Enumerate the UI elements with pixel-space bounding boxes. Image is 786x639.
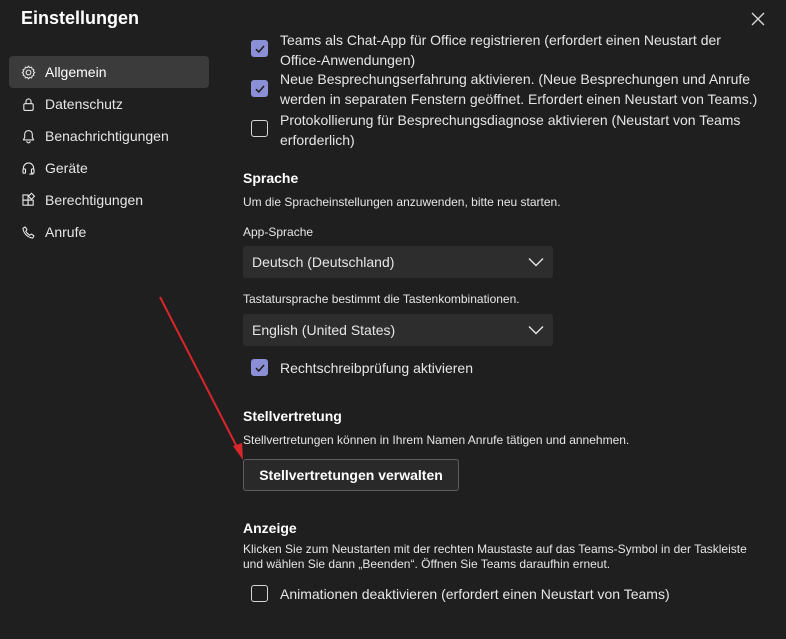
option-diagnostics: Protokollierung für Besprechungsdiagnose… <box>251 110 740 150</box>
language-section-title: Sprache <box>243 170 299 186</box>
keyboard-language-value: English (United States) <box>252 322 396 338</box>
sidebar-item-label: Allgemein <box>45 64 107 80</box>
option-animations: Animationen deaktivieren (erfordert eine… <box>251 584 670 604</box>
sidebar-item-benachrichtigungen[interactable]: Benachrichtigungen <box>9 120 209 152</box>
diagnostics-label-line2: erforderlich) <box>280 132 355 148</box>
chat-app-label: Teams als Chat-App für Office registrier… <box>280 30 721 70</box>
window-title: Einstellungen <box>21 8 140 28</box>
animations-checkbox[interactable] <box>251 585 268 602</box>
apps-icon <box>19 191 37 209</box>
sidebar-item-label: Berechtigungen <box>45 192 144 208</box>
sidebar-item-berechtigungen[interactable]: Berechtigungen <box>9 184 209 216</box>
diagnostics-checkbox[interactable] <box>251 120 268 137</box>
sidebar-item-label: Datenschutz <box>45 96 123 112</box>
chat-app-checkbox[interactable] <box>251 40 268 57</box>
diagnostics-label: Protokollierung für Besprechungsdiagnose… <box>280 110 740 150</box>
bell-icon <box>19 127 37 145</box>
chat-app-label-line1: Teams als Chat-App für Office registrier… <box>280 32 721 48</box>
display-description-line2: und wählen Sie dann „Beenden“. Öffnen Si… <box>243 557 611 571</box>
app-language-value: Deutsch (Deutschland) <box>252 254 395 270</box>
sidebar-item-datenschutz[interactable]: Datenschutz <box>9 88 209 120</box>
sidebar-item-anrufe[interactable]: Anrufe <box>9 216 209 248</box>
sidebar-item-allgemein[interactable]: Allgemein <box>9 56 209 88</box>
sidebar-item-label: Benachrichtigungen <box>45 128 169 144</box>
display-description-line1: Klicken Sie zum Neustarten mit der recht… <box>243 542 747 556</box>
app-language-label: App-Sprache <box>243 225 314 239</box>
option-new-meeting: Neue Besprechungserfahrung aktivieren. (… <box>251 69 757 109</box>
app-language-dropdown[interactable]: Deutsch (Deutschland) <box>243 246 553 278</box>
new-meeting-checkbox[interactable] <box>251 80 268 97</box>
manage-delegates-button[interactable]: Stellvertretungen verwalten <box>243 459 459 491</box>
settings-content: Teams als Chat-App für Office registrier… <box>243 0 773 639</box>
settings-sidebar: Allgemein Datenschutz Benachrichtigungen… <box>9 56 209 248</box>
new-meeting-label-line1: Neue Besprechungserfahrung aktivieren. (… <box>280 71 751 87</box>
delegates-description: Stellvertretungen können in Ihrem Namen … <box>243 433 630 447</box>
sidebar-item-label: Anrufe <box>45 224 87 240</box>
animations-label: Animationen deaktivieren (erfordert eine… <box>280 586 670 602</box>
chevron-down-icon <box>528 326 544 335</box>
sidebar-item-geraete[interactable]: Geräte <box>9 152 209 184</box>
sidebar-item-label: Geräte <box>45 160 88 176</box>
language-description: Um die Spracheinstellungen anzuwenden, b… <box>243 195 561 209</box>
display-section-title: Anzeige <box>243 520 297 536</box>
spellcheck-label: Rechtschreibprüfung aktivieren <box>280 360 473 376</box>
option-chat-app: Teams als Chat-App für Office registrier… <box>251 30 721 70</box>
spellcheck-checkbox[interactable] <box>251 359 268 376</box>
diagnostics-label-line1: Protokollierung für Besprechungsdiagnose… <box>280 112 741 128</box>
option-spellcheck: Rechtschreibprüfung aktivieren <box>251 358 473 378</box>
lock-icon <box>19 95 37 113</box>
chat-app-label-line2: Office-Anwendungen) <box>280 52 416 68</box>
new-meeting-label-line2: werden in separaten Fenstern geöffnet. E… <box>280 91 758 107</box>
keyboard-language-label: Tastatursprache bestimmt die Tastenkombi… <box>243 292 520 306</box>
new-meeting-label: Neue Besprechungserfahrung aktivieren. (… <box>280 69 757 109</box>
chevron-down-icon <box>528 258 544 267</box>
headset-icon <box>19 159 37 177</box>
phone-icon <box>19 223 37 241</box>
delegates-section-title: Stellvertretung <box>243 408 342 424</box>
gear-icon <box>19 63 37 81</box>
keyboard-language-dropdown[interactable]: English (United States) <box>243 314 553 346</box>
